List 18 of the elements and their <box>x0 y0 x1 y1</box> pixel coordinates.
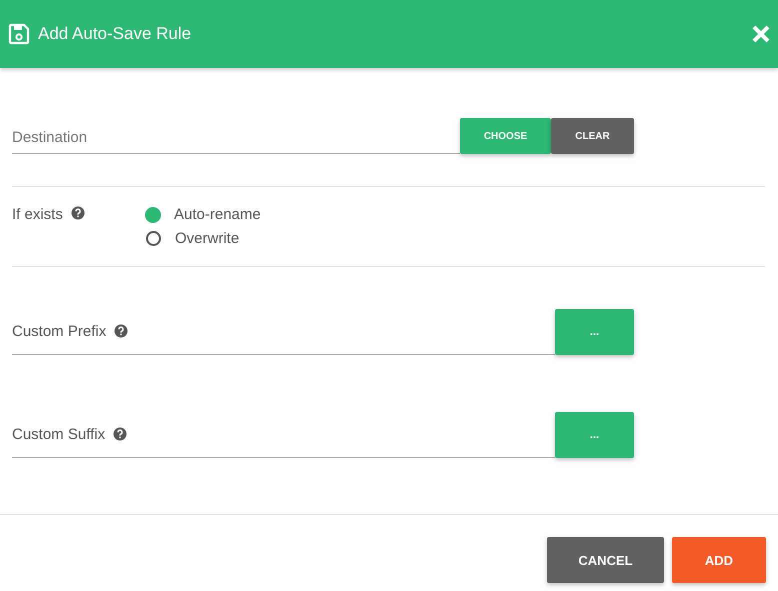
clear-button[interactable]: CLEAR <box>551 118 634 154</box>
add-button[interactable]: ADD <box>672 537 766 583</box>
help-icon[interactable] <box>113 427 128 441</box>
close-icon[interactable] <box>752 25 770 43</box>
radio-button[interactable] <box>145 206 161 222</box>
option-label: Auto-rename <box>174 206 261 223</box>
text-field[interactable]: Custom Prefix <box>12 308 555 355</box>
radio-button[interactable] <box>146 231 161 246</box>
help-icon[interactable] <box>70 206 85 220</box>
field-label: Custom Prefix <box>12 322 106 340</box>
dialog-title: Add Auto-Save Rule <box>38 24 192 44</box>
if-exists-label: If exists <box>12 206 63 223</box>
field-label: Custom Suffix <box>12 426 106 442</box>
destination-field[interactable]: Destination <box>12 121 460 154</box>
option-label: Overwrite <box>175 230 240 247</box>
cancel-button[interactable]: CANCEL <box>547 537 664 583</box>
text-field[interactable]: Custom Suffix <box>12 411 555 458</box>
help-icon[interactable] <box>114 324 128 338</box>
